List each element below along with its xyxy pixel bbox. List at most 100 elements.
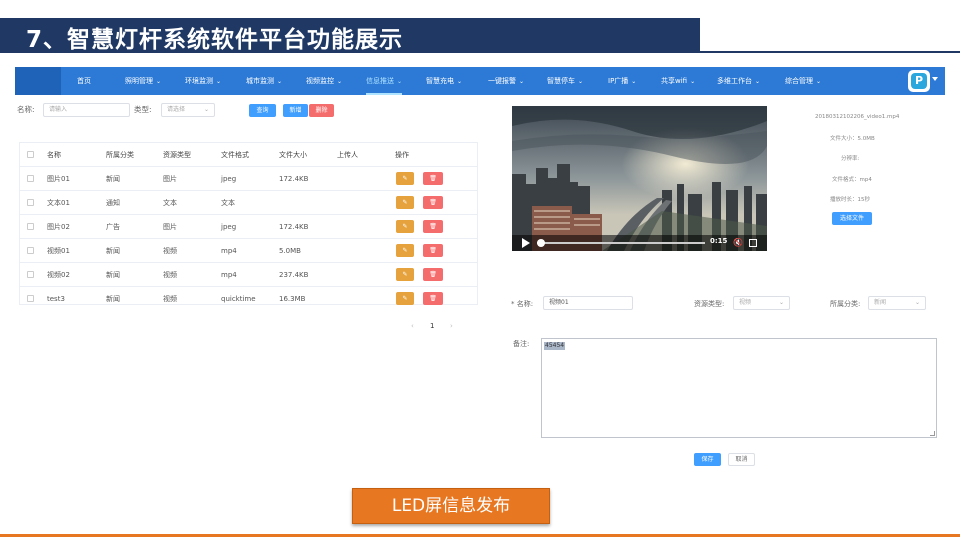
chevron-down-icon: ⌄ [816, 78, 822, 85]
delete-button[interactable]: 删除 [309, 104, 334, 117]
form-name-input[interactable]: 视频01 [543, 296, 633, 310]
row-checkbox[interactable] [27, 295, 34, 302]
nav-item-broadcast[interactable]: IP广播 ⌄ [608, 67, 636, 95]
table-row[interactable]: 视频02 新闻 视频 mp4 237.4KB ✎ 🗑 [20, 263, 477, 287]
table-row[interactable]: 视频01 新闻 视频 mp4 5.0MB ✎ 🗑 [20, 239, 477, 263]
nav-item-parking[interactable]: 智慧停车 ⌄ [547, 67, 583, 95]
edit-icon[interactable]: ✎ [396, 220, 414, 233]
row-checkbox[interactable] [27, 223, 34, 230]
edit-icon[interactable]: ✎ [396, 196, 414, 209]
file-duration: 播放时长：15秒 [830, 197, 870, 203]
nav-item-video[interactable]: 视频监控 ⌄ [306, 67, 342, 95]
save-button[interactable]: 保存 [694, 453, 721, 466]
column-header: 资源类型 [163, 151, 191, 159]
file-resolution: 分辨率: [841, 156, 860, 162]
platform-logo [15, 67, 61, 95]
chevron-down-icon: ⌄ [397, 78, 403, 85]
file-format: 文件格式：mp4 [832, 177, 872, 183]
trash-icon[interactable]: 🗑 [423, 220, 443, 233]
chevron-down-icon: ⌄ [337, 78, 343, 85]
chevron-down-icon: ⌄ [914, 299, 920, 306]
resize-handle-icon[interactable] [930, 431, 935, 436]
table-row[interactable]: 图片02 广告 图片 jpeg 172.4KB ✎ 🗑 [20, 215, 477, 239]
edit-icon[interactable]: ✎ [396, 268, 414, 281]
led-publish-button[interactable]: LED屏信息发布 [352, 488, 550, 524]
app-menu-icon[interactable]: P [908, 70, 930, 92]
nav-item-environment[interactable]: 环境监测 ⌄ [185, 67, 221, 95]
edit-icon[interactable]: ✎ [396, 244, 414, 257]
nav-item-management[interactable]: 综合管理 ⌄ [785, 67, 821, 95]
cancel-button[interactable]: 取消 [728, 453, 755, 466]
chevron-down-icon: ⌄ [755, 78, 761, 85]
select-all-checkbox[interactable] [27, 151, 34, 158]
title-divider [0, 51, 960, 53]
trash-icon[interactable]: 🗑 [423, 268, 443, 281]
trash-icon[interactable]: 🗑 [423, 196, 443, 209]
table-row[interactable]: 图片01 新闻 图片 jpeg 172.4KB ✎ 🗑 [20, 167, 477, 191]
trash-icon[interactable]: 🗑 [423, 292, 443, 305]
slide-title: 7、智慧灯杆系统软件平台功能展示 [26, 27, 404, 53]
row-checkbox[interactable] [27, 199, 34, 206]
remark-text: 45454 [544, 342, 566, 350]
form-category-select[interactable]: 新闻 ⌄ [868, 296, 926, 310]
pagination-prev[interactable]: ‹ [411, 322, 414, 330]
column-header: 文件大小 [279, 151, 307, 159]
bottom-divider [0, 534, 960, 537]
search-name-input[interactable]: 请输入 [43, 103, 130, 117]
video-progress-track[interactable] [537, 242, 705, 244]
query-button[interactable]: 查询 [249, 104, 276, 117]
nav-item-info-push[interactable]: 信息推送 ⌄ [366, 67, 403, 95]
nav-item-city-monitor[interactable]: 城市监测 ⌄ [246, 67, 282, 95]
trash-icon[interactable]: 🗑 [423, 172, 443, 185]
chevron-down-icon: ⌄ [216, 78, 222, 85]
table-row[interactable]: 文本01 通知 文本 文本 ✎ 🗑 [20, 191, 477, 215]
search-type-label: 类型: [134, 105, 152, 114]
city-skyline-video-frame [512, 106, 767, 251]
led-publish-label: LED屏信息发布 [391, 496, 511, 516]
file-name: 20180312102206_video1.mp4 [815, 114, 900, 120]
chevron-down-icon: ⌄ [690, 78, 696, 85]
nav-item-alarm[interactable]: 一键报警 ⌄ [488, 67, 524, 95]
resource-table: 名称 所属分类 资源类型 文件格式 文件大小 上传人 操作 图片01 新闻 图片… [19, 142, 478, 305]
nav-item-home[interactable]: 首页 [77, 67, 91, 95]
top-nav-bar: 首页 照明管理 ⌄ 环境监测 ⌄ 城市监测 ⌄ 视频监控 ⌄ 信息推送 ⌄ 智慧充电 ⌄ 一… [15, 67, 945, 95]
video-player[interactable]: 0:15 🔇 [512, 106, 767, 251]
row-checkbox[interactable] [27, 271, 34, 278]
chevron-down-icon: ⌄ [457, 78, 463, 85]
row-checkbox[interactable] [27, 247, 34, 254]
chevron-down-icon: ⌄ [778, 299, 784, 306]
nav-item-lighting[interactable]: 照明管理 ⌄ [125, 67, 161, 95]
trash-icon[interactable]: 🗑 [423, 244, 443, 257]
add-button[interactable]: 新增 [283, 104, 308, 117]
search-type-select[interactable]: 请选择 ⌄ [161, 103, 215, 117]
column-header: 上传人 [337, 151, 358, 159]
nav-item-wifi[interactable]: 共享wifi ⌄ [661, 67, 695, 95]
form-resource-type-select[interactable]: 视频 ⌄ [733, 296, 790, 310]
choose-file-button[interactable]: 选择文件 [832, 212, 872, 225]
chevron-down-icon: ⌄ [631, 78, 637, 85]
form-name-label: * 名称: [511, 300, 534, 308]
column-header: 操作 [395, 151, 409, 159]
form-remark-textarea[interactable]: 45454 [541, 338, 937, 438]
column-header: 名称 [47, 151, 61, 159]
fullscreen-icon[interactable] [749, 239, 757, 247]
nav-item-workbench[interactable]: 多维工作台 ⌄ [717, 67, 760, 95]
edit-icon[interactable]: ✎ [396, 172, 414, 185]
table-header: 名称 所属分类 资源类型 文件格式 文件大小 上传人 操作 [20, 143, 477, 167]
column-header: 文件格式 [221, 151, 249, 159]
pagination-current-page[interactable]: 1 [430, 322, 434, 330]
video-progress-knob[interactable] [537, 239, 545, 247]
mute-icon[interactable]: 🔇 [733, 238, 743, 247]
file-size: 文件大小：5.0MB [830, 136, 875, 142]
column-header: 所属分类 [106, 151, 134, 159]
form-resource-type-label: 资源类型: [694, 300, 725, 308]
chevron-down-icon: ⌄ [578, 78, 584, 85]
search-name-label: 名称: [17, 105, 35, 114]
app-menu-caret-icon[interactable] [932, 77, 938, 81]
pagination-next[interactable]: › [450, 322, 453, 330]
play-icon[interactable] [522, 238, 530, 248]
edit-icon[interactable]: ✎ [396, 292, 414, 305]
row-checkbox[interactable] [27, 175, 34, 182]
table-row[interactable]: test3 新闻 视频 quicktime 16.3MB ✎ 🗑 [20, 287, 477, 311]
nav-item-charging[interactable]: 智慧充电 ⌄ [426, 67, 462, 95]
